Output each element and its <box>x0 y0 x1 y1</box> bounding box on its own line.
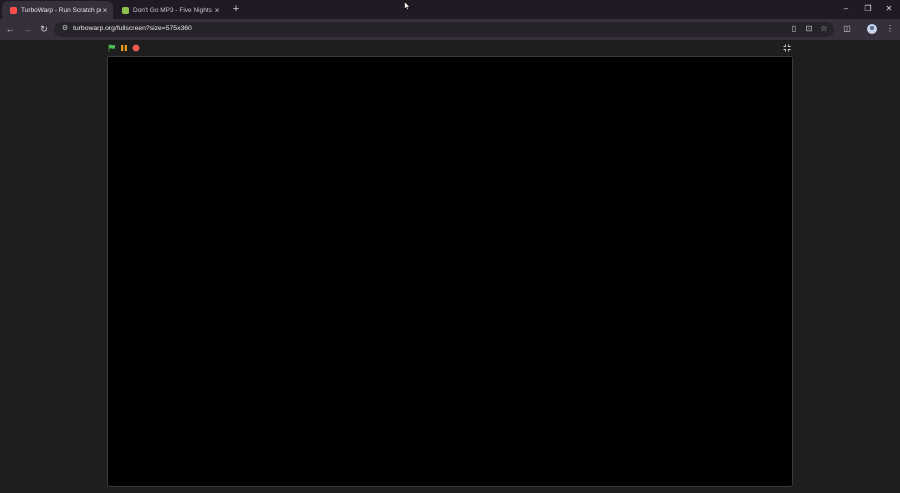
stage-controls <box>108 43 140 53</box>
install-icon: ⊡ <box>805 24 813 33</box>
bookmark-button[interactable]: ☆ <box>818 23 830 35</box>
url-text: turbowarp.org/fullscreen?size=575x360 <box>73 25 192 32</box>
address-bar[interactable]: ⚙ turbowarp.org/fullscreen?size=575x360 <box>54 22 834 37</box>
document-icon: ▯ <box>791 24 797 33</box>
back-button[interactable]: ← <box>4 23 16 35</box>
site-settings-icon[interactable]: ⚙ <box>60 24 70 34</box>
install-app-button[interactable]: ⊡ <box>803 23 815 35</box>
exit-fullscreen-icon[interactable] <box>783 44 791 52</box>
arrow-right-icon: → <box>22 24 32 34</box>
new-tab-button[interactable]: + <box>230 3 242 15</box>
close-window-button[interactable]: ✕ <box>883 3 895 15</box>
browser-menu-button[interactable]: ⋮ <box>884 23 896 35</box>
tab-close-icon[interactable]: × <box>101 6 109 15</box>
turbowarp-favicon-icon <box>10 6 17 14</box>
project-stage[interactable] <box>107 56 793 487</box>
kebab-menu-icon: ⋮ <box>886 24 894 33</box>
page-info-button[interactable]: ▯ <box>788 23 800 35</box>
restore-button[interactable]: ❐ <box>862 3 874 15</box>
browser-toolbar: ← → ↻ ⚙ turbowarp.org/fullscreen?size=57… <box>0 19 900 40</box>
reload-button[interactable]: ↻ <box>38 23 50 35</box>
reload-icon: ↻ <box>40 24 48 34</box>
tab-dont-go-mp3[interactable]: Don't Go MP3 - Five Nights at × <box>114 1 225 19</box>
arrow-left-icon: ← <box>5 24 15 34</box>
tab-turbowarp[interactable]: TurboWarp - Run Scratch proje × <box>2 1 113 19</box>
side-panel-button[interactable]: ◫ <box>841 23 853 35</box>
green-flag-icon[interactable] <box>108 44 116 52</box>
side-panel-icon: ◫ <box>843 24 851 33</box>
forward-button[interactable]: → <box>21 23 33 35</box>
music-favicon-icon <box>122 6 129 14</box>
minimize-button[interactable]: – <box>840 3 852 15</box>
stop-icon[interactable] <box>132 44 140 52</box>
profile-avatar[interactable] <box>867 24 877 34</box>
page-content <box>0 40 900 493</box>
star-icon: ☆ <box>820 24 828 33</box>
tab-close-icon[interactable]: × <box>213 6 221 15</box>
pause-icon[interactable] <box>120 44 128 52</box>
tab-strip: TurboWarp - Run Scratch proje × Don't Go… <box>0 0 900 19</box>
tab-title: TurboWarp - Run Scratch proje <box>21 6 101 14</box>
tab-title: Don't Go MP3 - Five Nights at <box>133 6 213 14</box>
mouse-cursor-icon <box>404 1 411 11</box>
